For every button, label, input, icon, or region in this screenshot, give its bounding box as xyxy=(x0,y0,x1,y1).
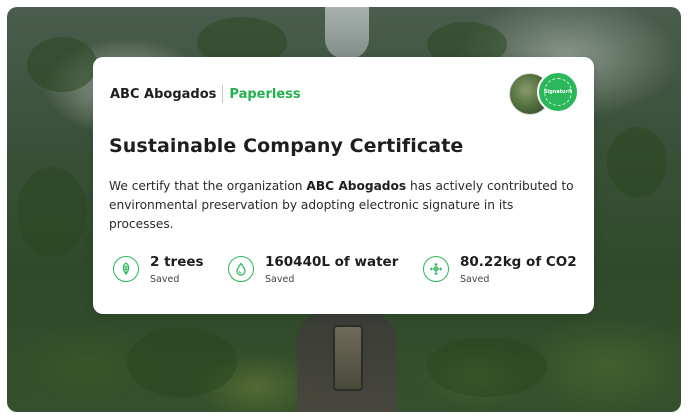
stat-label: Saved xyxy=(150,274,180,285)
certification-seal-icon: Signaturit xyxy=(537,71,579,113)
stat-label: Saved xyxy=(460,274,490,285)
stat-water-text: 160440L of water Saved xyxy=(265,253,398,287)
tree-canopy xyxy=(17,167,87,257)
stat-co2-text: 80.22kg of CO2 Saved xyxy=(460,253,577,287)
stat-water: 160440L of water Saved xyxy=(228,253,398,287)
stat-value: 2 trees xyxy=(150,254,204,270)
impact-stats: 2 trees Saved 160440L of water Saved 80.… xyxy=(113,253,583,289)
company-name: ABC Abogados xyxy=(110,86,217,102)
certificate-title: Sustainable Company Certificate xyxy=(109,135,464,157)
brand-row: ABC Abogados Paperless xyxy=(110,85,301,103)
stat-label: Saved xyxy=(265,274,295,285)
seal-text: Signaturit xyxy=(543,89,573,95)
stat-co2: 80.22kg of CO2 Saved xyxy=(423,253,577,287)
tree-canopy xyxy=(127,327,237,397)
body-prefix: We certify that the organization xyxy=(109,179,307,193)
certificate-card: ABC Abogados Paperless Signaturit Sustai… xyxy=(93,57,594,314)
brand-divider xyxy=(222,85,224,103)
tree-canopy xyxy=(427,337,547,397)
stat-trees: 2 trees Saved xyxy=(113,253,204,287)
co2-icon xyxy=(423,256,449,282)
water-drop-icon xyxy=(228,256,254,282)
stat-value: 160440L of water xyxy=(265,254,399,270)
badges: Signaturit xyxy=(509,71,579,115)
boat xyxy=(333,325,363,391)
body-company-name: ABC Abogados xyxy=(306,179,407,193)
seal-inner-ring: Signaturit xyxy=(544,78,572,106)
certificate-body: We certify that the organization ABC Abo… xyxy=(109,177,579,234)
tree-canopy xyxy=(27,37,97,92)
stat-trees-text: 2 trees Saved xyxy=(150,253,204,287)
tree-canopy xyxy=(607,127,667,197)
product-name: Paperless xyxy=(229,86,301,102)
river-top xyxy=(325,7,369,59)
leaf-icon xyxy=(113,256,139,282)
stat-value: 80.22kg of CO2 xyxy=(460,254,577,270)
